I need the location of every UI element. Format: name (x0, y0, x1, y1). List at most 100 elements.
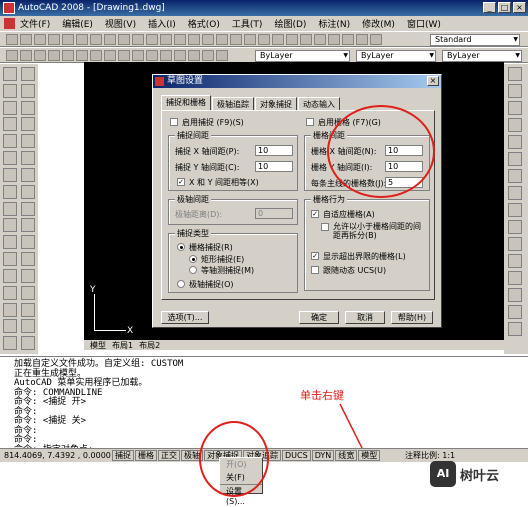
beyond-limits-label: 显示超出界限的栅格(L) (323, 252, 406, 261)
standard-toolbar: Standard (0, 31, 528, 47)
iso-snap-label: 等轴测捕捉(M) (201, 266, 255, 275)
dialog-tabs: 捕捉和栅格 极轴追踪 对象捕捉 动态输入 (161, 95, 341, 111)
menu-file[interactable]: 文件(F) (20, 17, 50, 30)
snap-on-checkbox[interactable] (170, 118, 178, 126)
menu-window[interactable]: 窗口(W) (407, 17, 441, 30)
window-controls: _ □ × (483, 2, 526, 13)
lineweight-combo[interactable]: ByLayer (442, 50, 522, 62)
command-line: 命令: <捕捉 关> (14, 416, 87, 426)
polar-spacing-group: 极轴间距 极轴距离(D): 0 (168, 194, 298, 225)
polar-distance-label: 极轴距离(D): (175, 210, 223, 219)
layer-toolbar-icons[interactable] (6, 50, 228, 61)
grid-snap-radio[interactable] (177, 243, 185, 251)
command-line: 命令: (14, 406, 38, 417)
options-button[interactable]: 选项(T)... (161, 311, 209, 324)
polar-snap-radio[interactable] (177, 280, 185, 288)
adaptive-grid-checkbox[interactable]: ✓ (311, 210, 319, 218)
help-button[interactable]: 帮助(H) (391, 311, 433, 324)
snap-x-label: 捕捉 X 轴间距(P): (175, 147, 240, 156)
snap-x-field[interactable]: 10 (255, 145, 293, 156)
adaptive-grid-label: 自适应栅格(A) (323, 210, 375, 219)
subdivide-checkbox[interactable] (321, 223, 329, 231)
document-icon (4, 18, 15, 29)
subdivide-label: 允许以小于栅格间距的间距再拆分(B) (333, 222, 421, 240)
follow-ucs-label: 跟随动态 UCS(U) (323, 266, 387, 275)
command-window[interactable]: 加载自定义文件成功。自定义组: CUSTOM 正在重生成模型。 AutoCAD … (0, 356, 528, 464)
tab-snap-grid[interactable]: 捕捉和栅格 (161, 95, 211, 111)
draw-modify-toolbars[interactable] (0, 64, 38, 354)
menu-dimension[interactable]: 标注(N) (318, 17, 350, 30)
snap-y-label: 捕捉 Y 轴间距(C): (175, 163, 240, 172)
dialog-close-button[interactable]: × (427, 76, 439, 86)
ok-button[interactable]: 确定 (299, 311, 339, 324)
menu-tools[interactable]: 工具(T) (232, 17, 263, 30)
command-line: 加载自定义文件成功。自定义组: CUSTOM (14, 359, 184, 369)
menu-edit[interactable]: 编辑(E) (62, 17, 93, 30)
ucs-y-label: Y (90, 285, 96, 295)
status-grid-button[interactable]: 栅格 (135, 450, 157, 461)
tab-dynamic-input[interactable]: 动态输入 (298, 97, 340, 111)
highlight-circle-grid (327, 105, 435, 198)
autocad-app-icon (3, 2, 15, 14)
follow-ucs-checkbox[interactable] (311, 266, 319, 274)
color-combo[interactable]: ByLayer (255, 50, 350, 62)
menu-draw[interactable]: 绘图(D) (274, 17, 306, 30)
standard-toolbar-icons[interactable] (6, 34, 382, 45)
snap-y-field[interactable]: 10 (255, 161, 293, 172)
ucs-x-axis (94, 330, 126, 331)
snap-spacing-title: 捕捉间距 (175, 130, 211, 141)
status-lineweight-button[interactable]: 线宽 (335, 450, 358, 461)
status-model-button[interactable]: 模型 (358, 450, 381, 461)
watermark: AI 树叶云 (430, 457, 526, 491)
polar-spacing-title: 极轴间距 (175, 194, 211, 205)
grid-behavior-title: 栅格行为 (311, 194, 347, 205)
snap-type-title: 捕捉类型 (175, 228, 211, 239)
menu-modify[interactable]: 修改(M) (362, 17, 395, 30)
menu-format[interactable]: 格式(O) (188, 17, 220, 30)
status-snap-button[interactable]: 捕捉 (112, 450, 134, 461)
autocad-window: AutoCAD 2008 - [Drawing1.dwg] _ □ × 文件(F… (0, 0, 528, 506)
status-ortho-button[interactable]: 正交 (158, 450, 180, 461)
watermark-text: 树叶云 (460, 468, 500, 484)
tab-layout1[interactable]: 布局1 (112, 340, 133, 351)
xy-equal-label: X 和 Y 间距相等(X) (189, 178, 259, 187)
coordinates-readout: 814.4069, 7.4392 , 0.0000 (4, 451, 111, 460)
polar-distance-field[interactable]: 0 (255, 208, 293, 219)
rect-snap-label: 矩形捕捉(E) (201, 255, 245, 264)
window-title: AutoCAD 2008 - [Drawing1.dwg] (18, 3, 165, 13)
dialog-title: 草图设置 (153, 75, 441, 88)
tab-object-snap[interactable]: 对象捕捉 (255, 97, 297, 111)
xy-equal-checkbox[interactable]: ✓ (177, 178, 185, 186)
linetype-combo[interactable]: ByLayer (356, 50, 436, 62)
ucs-x-label: X (127, 326, 134, 336)
watermark-logo: AI (430, 461, 456, 487)
maximize-button[interactable]: □ (498, 2, 511, 13)
layers-toolbar: ByLayer ByLayer ByLayer (0, 47, 528, 63)
close-button[interactable]: × (513, 2, 526, 13)
rect-snap-radio[interactable] (189, 255, 197, 263)
grid-on-checkbox[interactable] (306, 118, 314, 126)
command-line: 命令: <捕捉 开> (14, 397, 87, 407)
status-ducs-button[interactable]: DUCS (282, 450, 311, 461)
title-bar: AutoCAD 2008 - [Drawing1.dwg] _ □ × (0, 0, 528, 16)
snap-on-label: 启用捕捉 (F9)(S) (182, 118, 244, 127)
tab-model[interactable]: 模型 (90, 340, 106, 351)
tab-polar-tracking[interactable]: 极轴追踪 (212, 97, 254, 111)
right-toolbar[interactable] (504, 64, 528, 354)
status-dyn-button[interactable]: DYN (311, 450, 335, 461)
snap-spacing-group: 捕捉间距 捕捉 X 轴间距(P): 10 捕捉 Y 轴间距(C): 10 ✓ X… (168, 130, 298, 191)
command-line: 命令: COMMANDLINE (14, 387, 103, 398)
layout-tabs: 模型 布局1 布局2 (84, 340, 504, 350)
menu-view[interactable]: 视图(V) (105, 17, 136, 30)
iso-snap-radio[interactable] (189, 266, 197, 274)
grid-behavior-group: 栅格行为 ✓ 自适应栅格(A) 允许以小于栅格间距的间距再拆分(B) ✓ 显示超… (304, 194, 430, 291)
grid-snap-label: 栅格捕捉(R) (189, 243, 233, 252)
cancel-button[interactable]: 取消 (345, 311, 385, 324)
menu-insert[interactable]: 插入(I) (148, 17, 176, 30)
text-style-combo[interactable]: Standard (430, 34, 520, 46)
annotation-arrow (339, 403, 363, 449)
minimize-button[interactable]: _ (483, 2, 496, 13)
beyond-limits-checkbox[interactable]: ✓ (311, 252, 319, 260)
ucs-y-axis (94, 294, 95, 330)
tab-layout2[interactable]: 布局2 (139, 340, 160, 351)
